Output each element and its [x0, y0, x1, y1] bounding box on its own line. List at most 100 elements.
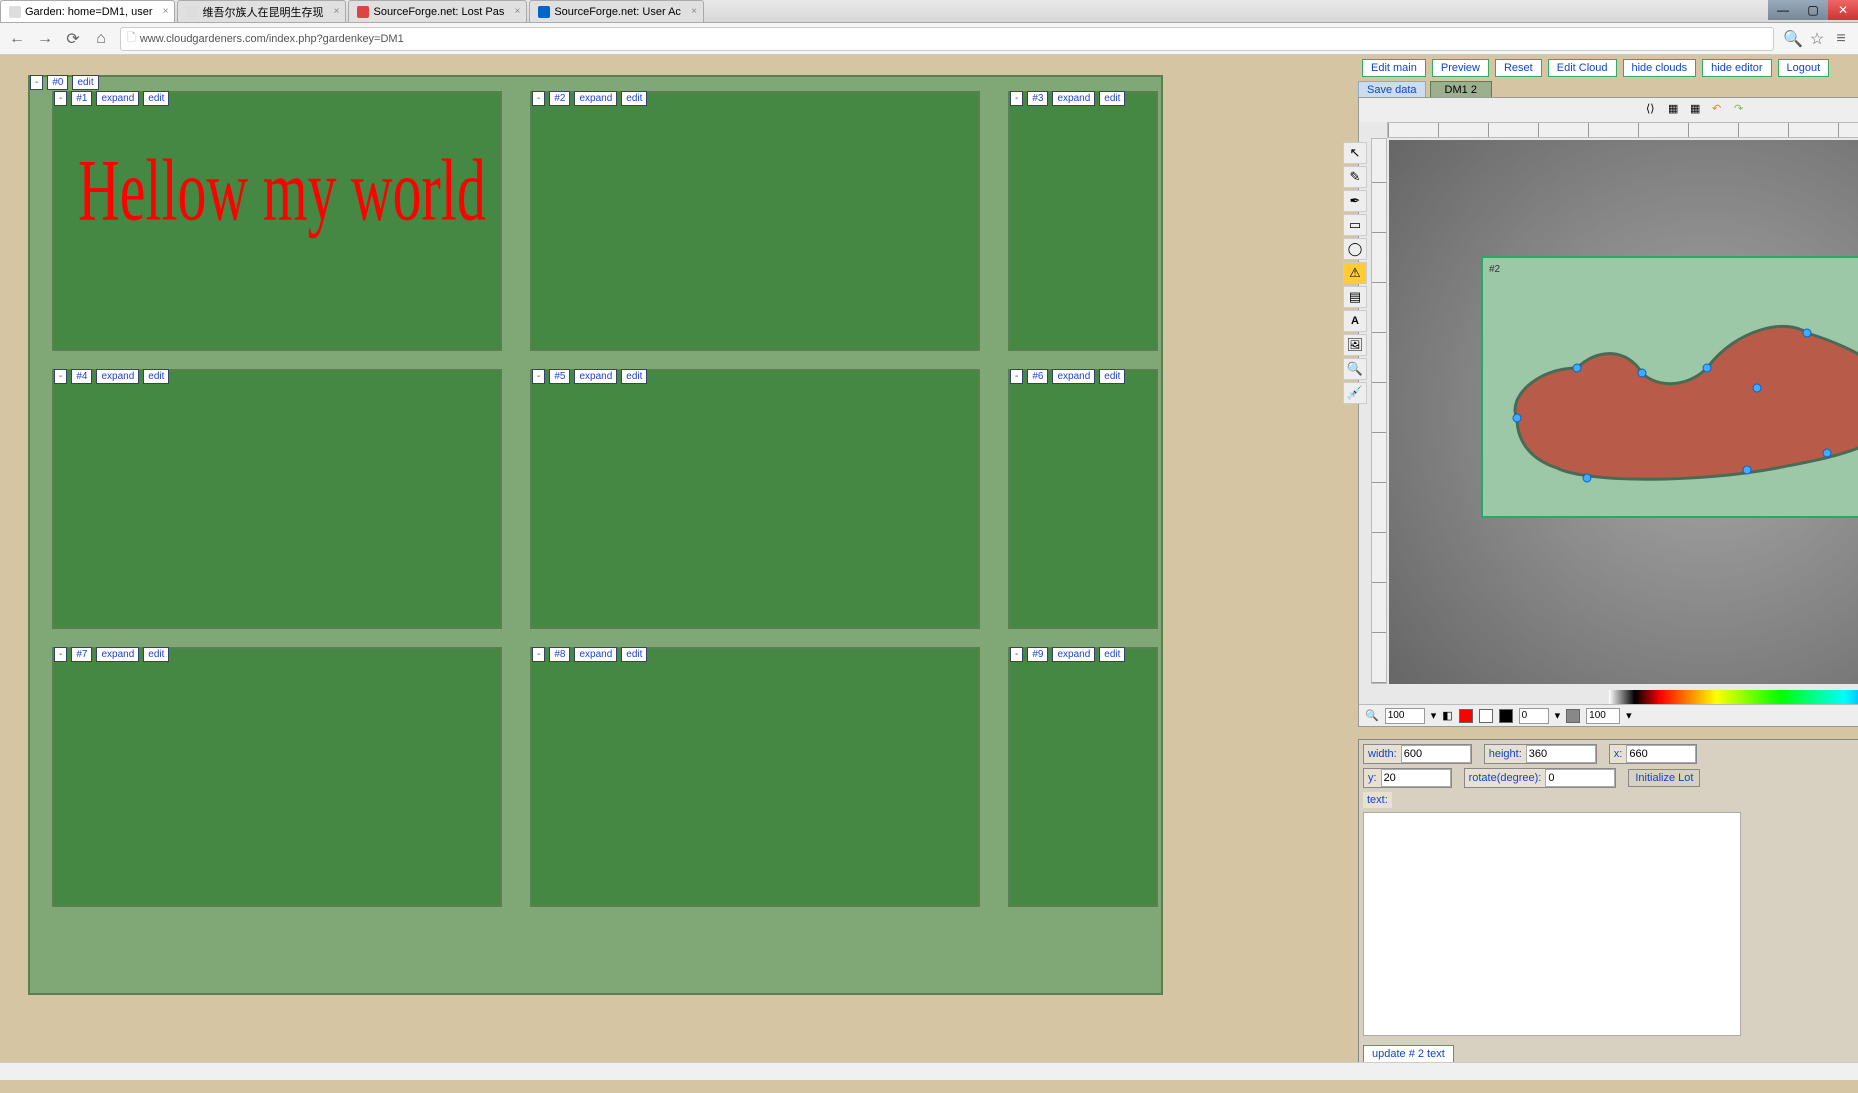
close-icon[interactable]: ×	[163, 6, 169, 17]
home-icon[interactable]: ⌂	[92, 30, 110, 48]
close-icon[interactable]: ×	[691, 6, 697, 17]
expand-button[interactable]: expand	[1052, 91, 1095, 106]
hide-editor-button[interactable]: hide editor	[1702, 59, 1771, 77]
edit-button[interactable]: edit	[621, 91, 647, 106]
source-icon[interactable]: ⟨⟩	[1645, 101, 1663, 119]
eyedropper-tool-icon[interactable]: 💉	[1343, 382, 1367, 404]
expand-button[interactable]: expand	[574, 369, 617, 384]
fill-icon[interactable]: ◧	[1442, 709, 1452, 722]
text-tool-icon[interactable]: A	[1343, 310, 1367, 332]
collapse-button[interactable]: -	[54, 369, 67, 384]
cell-id-label[interactable]: #1	[71, 91, 92, 106]
collapse-button[interactable]: -	[54, 647, 67, 662]
url-bar[interactable]: 🗋 www.cloudgardeners.com/index.php?garde…	[120, 27, 1774, 51]
update-text-button[interactable]: update # 2 text	[1363, 1045, 1454, 1063]
edit-button[interactable]: edit	[143, 91, 169, 106]
collapse-button[interactable]: -	[54, 91, 67, 106]
zoom-icon[interactable]: 🔍	[1365, 709, 1379, 722]
dropdown-icon[interactable]: ▾	[1431, 709, 1437, 722]
wireframe-icon[interactable]: ▦	[1667, 101, 1685, 119]
color-palette[interactable]	[1609, 690, 1858, 704]
fill-swatch[interactable]	[1459, 709, 1473, 723]
edit-button[interactable]: edit	[1099, 647, 1125, 662]
browser-tab[interactable]: SourceForge.net: Lost Pas ×	[348, 0, 527, 22]
collapse-button[interactable]: -	[30, 75, 43, 90]
pencil-tool-icon[interactable]: ✎	[1343, 166, 1367, 188]
close-button[interactable]: ✕	[1828, 0, 1858, 20]
expand-button[interactable]: expand	[1052, 647, 1095, 662]
garden-cell-9[interactable]: - #9 expand edit	[1008, 647, 1158, 907]
stroke-swatch-black[interactable]	[1499, 709, 1513, 723]
opacity-swatch[interactable]	[1566, 709, 1580, 723]
close-icon[interactable]: ×	[515, 6, 521, 17]
path-tool-icon[interactable]: ✒	[1343, 190, 1367, 212]
edit-button[interactable]: edit	[1099, 369, 1125, 384]
reload-icon[interactable]: ⟳	[64, 30, 82, 48]
edit-button[interactable]: edit	[143, 369, 169, 384]
cell-id-label[interactable]: #4	[71, 369, 92, 384]
maximize-button[interactable]: ▢	[1798, 0, 1828, 20]
browser-tab-active[interactable]: Garden: home=DM1, user ×	[0, 0, 175, 22]
garden-cell-7[interactable]: - #7 expand edit	[52, 647, 502, 907]
close-icon[interactable]: ×	[334, 6, 340, 17]
edit-button[interactable]: edit	[621, 369, 647, 384]
minimize-button[interactable]: —	[1768, 0, 1798, 20]
rotate-input[interactable]	[1545, 769, 1615, 787]
stroke-swatch-white[interactable]	[1479, 709, 1493, 723]
warning-icon[interactable]: ⚠	[1343, 262, 1367, 284]
collapse-button[interactable]: -	[1010, 647, 1023, 662]
collapse-button[interactable]: -	[532, 647, 545, 662]
browser-tab[interactable]: 维吾尔族人在昆明生存现 ×	[177, 0, 346, 22]
dropdown-icon[interactable]: ▾	[1555, 709, 1561, 722]
edit-button[interactable]: edit	[72, 75, 98, 90]
browser-tab[interactable]: SourceForge.net: User Ac ×	[529, 0, 704, 22]
svg-canvas[interactable]: #2	[1389, 140, 1858, 684]
expand-button[interactable]: expand	[574, 91, 617, 106]
initialize-lot-button[interactable]: Initialize Lot	[1628, 769, 1700, 787]
preview-button[interactable]: Preview	[1432, 59, 1489, 77]
back-icon[interactable]: ←	[8, 30, 26, 48]
menu-icon[interactable]: ≡	[1832, 30, 1850, 48]
redo-icon[interactable]: ↷	[1733, 101, 1751, 119]
edit-cloud-button[interactable]: Edit Cloud	[1548, 59, 1617, 77]
grid-icon[interactable]: ▦	[1689, 101, 1707, 119]
cell-id-label[interactable]: #6	[1027, 369, 1048, 384]
cell-id-label[interactable]: #7	[71, 647, 92, 662]
cell-id-label[interactable]: #9	[1027, 647, 1048, 662]
zoom-input[interactable]	[1385, 708, 1425, 724]
garden-cell-3[interactable]: - #3 expand edit	[1008, 91, 1158, 351]
garden-cell-2[interactable]: - #2 expand edit	[530, 91, 980, 351]
garden-cell-5[interactable]: - #5 expand edit	[530, 369, 980, 629]
logout-button[interactable]: Logout	[1778, 59, 1830, 77]
cell-id-label[interactable]: #3	[1027, 91, 1048, 106]
rect-tool-icon[interactable]: ▭	[1343, 214, 1367, 236]
library-icon[interactable]: ▤	[1343, 286, 1367, 308]
edit-button[interactable]: edit	[1099, 91, 1125, 106]
expand-button[interactable]: expand	[574, 647, 617, 662]
stroke-width-input[interactable]	[1519, 708, 1549, 724]
dropdown-icon[interactable]: ▾	[1626, 709, 1632, 722]
collapse-button[interactable]: -	[532, 91, 545, 106]
y-input[interactable]	[1381, 769, 1451, 787]
drawn-shape[interactable]	[1497, 298, 1858, 498]
zoom-tool-icon[interactable]: 🔍	[1343, 358, 1367, 380]
garden-cell-6[interactable]: - #6 expand edit	[1008, 369, 1158, 629]
expand-button[interactable]: expand	[1052, 369, 1095, 384]
ellipse-tool-icon[interactable]: ◯	[1343, 238, 1367, 260]
height-input[interactable]	[1526, 745, 1596, 763]
star-icon[interactable]: ☆	[1808, 30, 1826, 48]
collapse-button[interactable]: -	[532, 369, 545, 384]
select-tool-icon[interactable]: ↖	[1343, 142, 1367, 164]
forward-icon[interactable]: →	[36, 30, 54, 48]
cell-id-label[interactable]: #5	[549, 369, 570, 384]
expand-button[interactable]: expand	[96, 369, 139, 384]
text-input[interactable]	[1363, 812, 1741, 1036]
edit-main-button[interactable]: Edit main	[1362, 59, 1426, 77]
collapse-button[interactable]: -	[1010, 369, 1023, 384]
x-input[interactable]	[1626, 745, 1696, 763]
width-input[interactable]	[1401, 745, 1471, 763]
garden-cell-4[interactable]: - #4 expand edit	[52, 369, 502, 629]
collapse-button[interactable]: -	[1010, 91, 1023, 106]
artboard[interactable]: #2	[1481, 256, 1858, 518]
expand-button[interactable]: expand	[96, 647, 139, 662]
